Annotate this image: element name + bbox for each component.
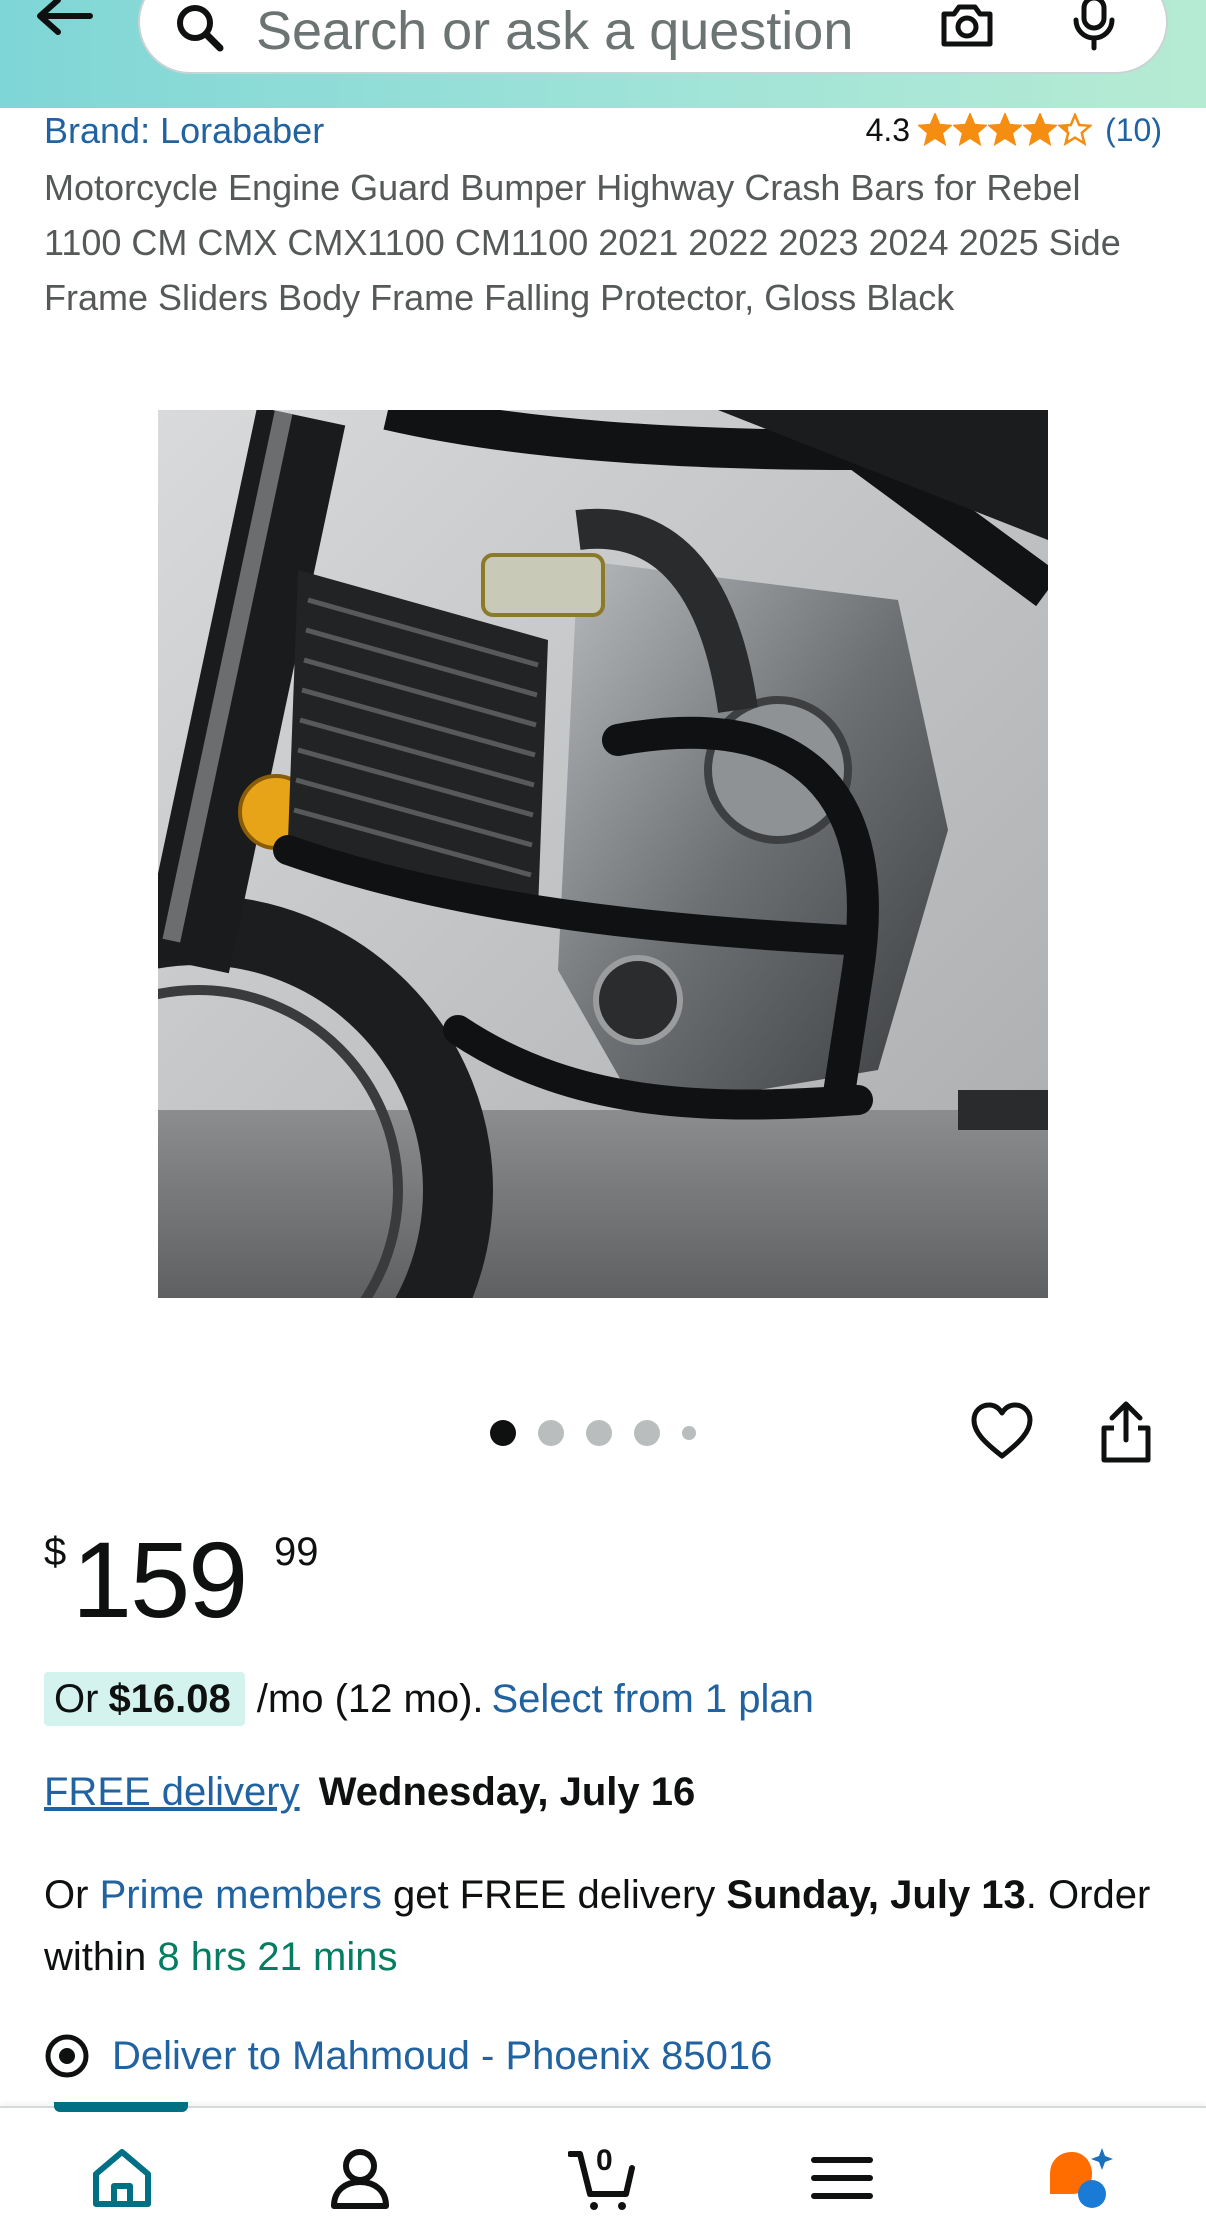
installment-terms: /mo (12 mo).: [256, 1676, 484, 1721]
price-fraction: 99: [274, 1530, 319, 1574]
star-full-icon: [918, 113, 953, 147]
prime-members-link[interactable]: Prime members: [100, 1873, 382, 1917]
microphone-icon[interactable]: [1070, 0, 1118, 54]
deliver-to-location[interactable]: Deliver to Mahmoud - Phoenix 85016: [44, 2030, 772, 2082]
rating-summary[interactable]: 4.3 (10): [866, 108, 1162, 152]
product-title: Motorcycle Engine Guard Bumper Highway C…: [44, 167, 1121, 318]
deliver-to-text[interactable]: Deliver to Mahmoud - Phoenix 85016: [112, 2034, 772, 2079]
brand-link[interactable]: Brand: Lorababer: [44, 110, 324, 152]
arrow-left-icon: [37, 0, 93, 35]
image-carousel-indicator[interactable]: [490, 1420, 718, 1446]
installment-offer: Or $16.08 /mo (12 mo). Select from 1 pla…: [44, 1672, 814, 1726]
nav-cart[interactable]: 0: [562, 2138, 642, 2218]
carousel-dot-active[interactable]: [490, 1420, 516, 1446]
account-icon: [331, 2149, 389, 2209]
carousel-dot[interactable]: [586, 1420, 612, 1446]
carousel-dot[interactable]: [538, 1420, 564, 1446]
prime-delivery-info: Or Prime members get FREE delivery Sunda…: [44, 1864, 1164, 1988]
camera-icon[interactable]: [940, 0, 994, 48]
free-delivery-info: FREE delivery Wednesday, July 16: [44, 1770, 695, 1815]
prime-delivery-date: Sunday, July 13: [726, 1873, 1026, 1917]
star-full-icon: [1023, 113, 1058, 147]
installment-amount: $16.08: [108, 1676, 231, 1721]
active-tab-indicator: [54, 2102, 188, 2112]
installment-prefix: Or: [54, 1676, 99, 1721]
installment-highlight: Or $16.08: [44, 1672, 245, 1726]
price-currency-symbol: $: [44, 1530, 67, 1574]
price-whole: 159: [72, 1519, 248, 1640]
star-full-icon: [953, 113, 988, 147]
prime-prefix: Or: [44, 1873, 89, 1917]
nav-menu[interactable]: [802, 2138, 882, 2218]
product-image[interactable]: [158, 410, 1048, 1298]
prime-middle-text: get FREE delivery: [392, 1873, 716, 1917]
back-button[interactable]: [28, 0, 98, 44]
review-count-link[interactable]: (10): [1105, 112, 1162, 149]
star-half-icon: [1058, 113, 1093, 147]
carousel-dot[interactable]: [682, 1426, 696, 1440]
rating-value: 4.3: [865, 111, 911, 148]
home-icon: [93, 2149, 151, 2207]
carousel-dot[interactable]: [634, 1420, 660, 1446]
search-icon: [177, 5, 224, 52]
search-header: Search or ask a question: [0, 0, 1206, 108]
rufus-assistant-icon: [1050, 2148, 1113, 2208]
heart-icon[interactable]: [970, 1402, 1034, 1462]
star-rating: [918, 113, 1093, 147]
nav-rufus[interactable]: [1040, 2138, 1120, 2218]
star-full-icon: [988, 113, 1023, 147]
menu-icon: [811, 2157, 873, 2199]
nav-home[interactable]: [82, 2138, 162, 2218]
product-photo: [158, 410, 1048, 1298]
location-pin-icon: [45, 2034, 89, 2078]
search-input[interactable]: Search or ask a question: [256, 0, 986, 62]
search-bar[interactable]: Search or ask a question: [138, 0, 1168, 74]
cart-count: 0: [596, 2144, 613, 2177]
nav-account[interactable]: [320, 2138, 400, 2218]
order-countdown: 8 hrs 21 mins: [157, 1935, 398, 1979]
free-delivery-link[interactable]: FREE delivery: [44, 1770, 300, 1814]
bottom-navigation: 0: [0, 2102, 1206, 2230]
delivery-date: Wednesday, July 16: [318, 1770, 696, 1814]
select-plan-link[interactable]: Select from 1 plan: [492, 1677, 814, 1722]
share-icon[interactable]: [1098, 1400, 1154, 1464]
